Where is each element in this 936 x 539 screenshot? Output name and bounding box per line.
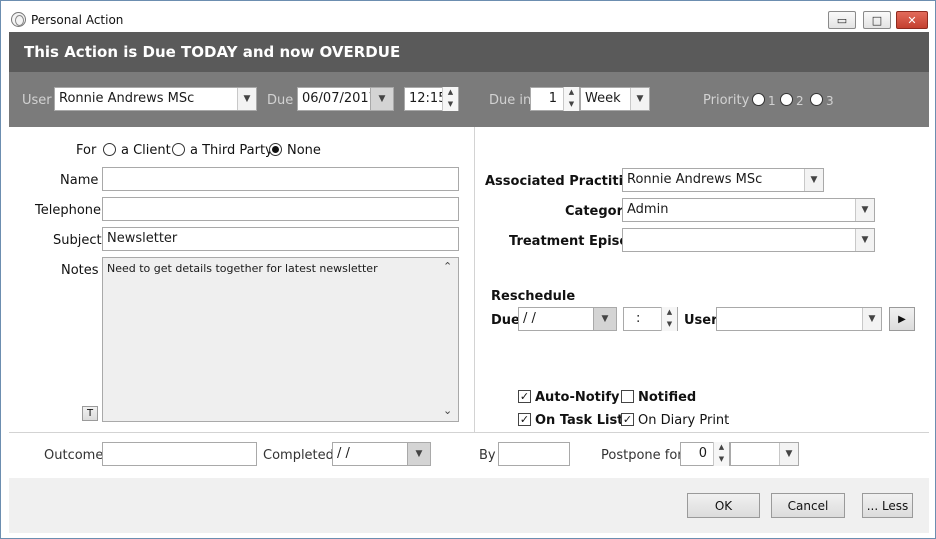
due-in-spinner[interactable]: ▲ ▼ — [563, 87, 579, 111]
postpone-value: 0 — [698, 446, 707, 461]
for-client-label: a Client — [121, 143, 171, 158]
ok-button[interactable]: OK — [687, 493, 760, 518]
minimize-icon[interactable]: ▭ — [828, 11, 856, 29]
name-field[interactable] — [102, 167, 459, 191]
due-date-dropdown-icon[interactable]: ▼ — [370, 88, 393, 110]
on-diary-print-checkbox[interactable]: ✓ — [621, 413, 634, 426]
resched-user-select[interactable] — [716, 307, 882, 331]
outcome-separator — [9, 432, 929, 433]
completed-label: Completed — [263, 448, 334, 463]
postpone-spinner[interactable]: ▲ ▼ — [713, 442, 729, 466]
episode-select[interactable] — [622, 228, 875, 252]
auto-notify-label: Auto-Notify — [535, 390, 620, 405]
auto-notify-checkbox[interactable]: ✓ — [518, 390, 531, 403]
notes-label: Notes — [61, 263, 99, 278]
category-select[interactable]: Admin — [622, 198, 875, 222]
practitioner-dropdown-icon[interactable]: ▼ — [804, 169, 823, 191]
priority-3-label: 3 — [826, 94, 834, 108]
close-icon[interactable]: ✕ — [896, 11, 928, 29]
outcome-label: Outcome — [44, 448, 104, 463]
subject-field[interactable]: Newsletter — [102, 227, 459, 251]
notified-checkbox[interactable] — [621, 390, 634, 403]
panel-divider — [474, 127, 475, 432]
priority-3-radio[interactable] — [810, 93, 823, 106]
for-client-radio[interactable] — [103, 143, 116, 156]
title-bar — [2, 2, 934, 32]
on-task-list-label: On Task List — [535, 413, 624, 428]
on-diary-print-label: On Diary Print — [638, 413, 730, 428]
category-value: Admin — [627, 202, 669, 217]
due-in-label: Due in — [489, 93, 532, 108]
user-select[interactable]: Ronnie Andrews MSc — [54, 87, 257, 111]
by-label: By — [479, 448, 496, 463]
on-task-list-checkbox[interactable]: ✓ — [518, 413, 531, 426]
notes-scroll-down-icon[interactable]: ⌄ — [443, 404, 452, 417]
outcome-field[interactable] — [102, 442, 257, 466]
cancel-button[interactable]: Cancel — [771, 493, 845, 518]
user-select-value: Ronnie Andrews MSc — [59, 91, 195, 106]
priority-2-label: 2 — [796, 94, 804, 108]
maximize-icon[interactable]: □ — [863, 11, 891, 29]
for-label: For — [76, 143, 97, 158]
episode-dropdown-icon[interactable]: ▼ — [855, 229, 874, 251]
personal-action-window: Personal Action ▭ □ ✕ This Action is Due… — [0, 0, 936, 539]
postpone-unit-dropdown-icon[interactable]: ▼ — [779, 443, 798, 465]
notes-value: Need to get details together for latest … — [107, 262, 378, 275]
subject-value: Newsletter — [107, 231, 178, 246]
due-label: Due — [267, 93, 294, 108]
practitioner-select[interactable]: Ronnie Andrews MSc — [622, 168, 824, 192]
name-label: Name — [60, 173, 99, 188]
overdue-banner: This Action is Due TODAY and now OVERDUE — [9, 32, 929, 72]
due-in-unit-dropdown-icon[interactable]: ▼ — [630, 88, 649, 110]
notified-label: Notified — [638, 390, 697, 405]
user-dropdown-icon[interactable]: ▼ — [237, 88, 256, 110]
category-dropdown-icon[interactable]: ▼ — [855, 199, 874, 221]
less-button[interactable]: ... Less — [862, 493, 913, 518]
practitioner-value: Ronnie Andrews MSc — [627, 172, 763, 187]
due-time-value: 12:15 — [409, 91, 447, 106]
user-label: User — [22, 93, 52, 108]
due-date-value: 06/07/2017 — [302, 91, 377, 106]
due-in-unit-value: Week — [585, 91, 621, 106]
for-third-party-label: a Third Party — [190, 143, 273, 158]
postpone-label: Postpone for — [601, 448, 683, 463]
subject-label: Subject — [53, 233, 102, 248]
window-title: Personal Action — [31, 13, 124, 27]
for-third-party-radio[interactable] — [172, 143, 185, 156]
completed-dropdown-icon[interactable]: ▼ — [407, 443, 430, 465]
resched-time-spinner[interactable]: ▲ ▼ — [661, 307, 677, 331]
app-icon — [11, 12, 26, 27]
resched-due-value: / / — [523, 311, 536, 326]
resched-user-label: User — [684, 313, 718, 328]
completed-value: / / — [337, 446, 350, 461]
due-in-value: 1 — [548, 91, 557, 106]
priority-1-label: 1 — [768, 94, 776, 108]
text-format-button[interactable]: T — [82, 406, 98, 421]
resched-time-value: : — [636, 311, 641, 326]
priority-label: Priority — [703, 93, 750, 108]
due-time-spinner[interactable]: ▲ ▼ — [442, 87, 458, 111]
resched-user-dropdown-icon[interactable]: ▼ — [862, 308, 881, 330]
resched-due-dropdown-icon[interactable]: ▼ — [593, 308, 616, 330]
resched-due-label: Due — [491, 313, 520, 328]
notes-scroll-up-icon[interactable]: ⌃ — [443, 260, 452, 273]
priority-1-radio[interactable] — [752, 93, 765, 106]
for-none-radio[interactable] — [269, 143, 282, 156]
reschedule-label: Reschedule — [491, 289, 576, 304]
notes-textarea[interactable]: Need to get details together for latest … — [102, 257, 459, 422]
by-field[interactable] — [498, 442, 570, 466]
telephone-field[interactable] — [102, 197, 459, 221]
for-none-label: None — [287, 143, 321, 158]
telephone-label: Telephone — [35, 203, 102, 218]
priority-2-radio[interactable] — [780, 93, 793, 106]
play-icon[interactable]: ▶ — [889, 307, 915, 331]
